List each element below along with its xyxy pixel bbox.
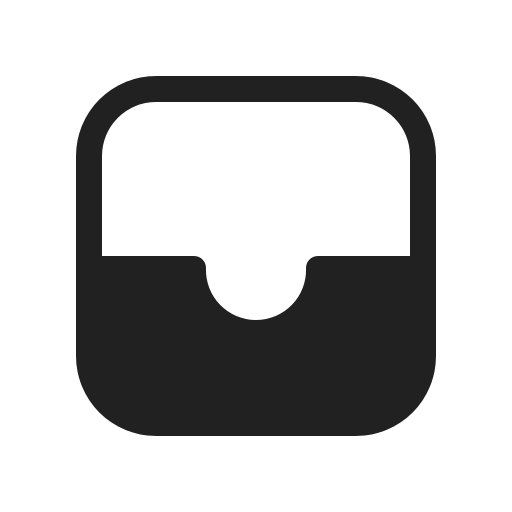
inbox-tray-shape [76,76,436,436]
inbox-icon-svg [76,76,436,436]
inbox-icon [0,0,512,512]
icon-canvas [0,0,512,512]
